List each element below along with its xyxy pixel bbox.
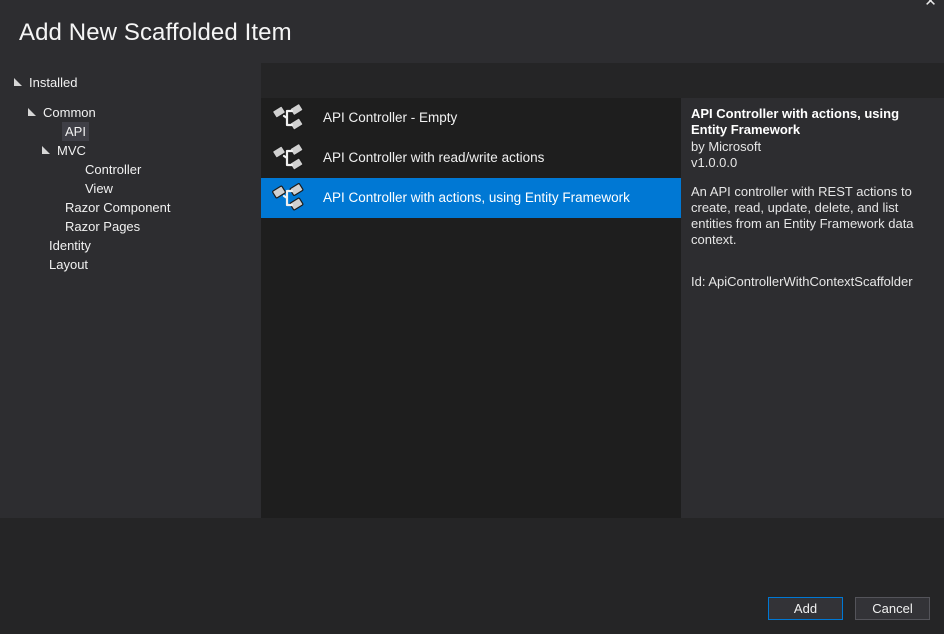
list-item-label: API Controller with read/write actions [323,150,545,165]
tree-item-label: Installed [29,75,78,90]
add-button[interactable]: Add [768,597,843,620]
dialog-footer: Add Cancel [0,518,944,634]
tree-item-label: Layout [49,257,89,272]
scaffold-detail-panel: API Controller with actions, using Entit… [681,98,944,581]
detail-id: Id: ApiControllerWithContextScaffolder [691,274,913,289]
list-item-label: API Controller - Empty [323,110,458,125]
detail-description: An API controller with REST actions to c… [691,184,914,247]
tree-item-label: Razor Pages [65,219,141,234]
tree-item-label: Identity [49,238,91,253]
tree-item-label: Common [43,105,96,120]
detail-version: v1.0.0.0 [691,155,738,170]
list-item[interactable]: API Controller - Empty [261,98,681,138]
tree-item-label: MVC [57,143,86,158]
tree-item-mvc[interactable]: MVC [41,141,89,160]
scaffold-icon [272,143,304,173]
cancel-button[interactable]: Cancel [855,597,930,620]
scaffold-icon [272,103,304,133]
tree-item-razor-component[interactable]: Razor Component [49,198,174,217]
tree-item-common[interactable]: Common [27,103,99,122]
detail-title: API Controller with actions, using Entit… [691,106,900,137]
chevron-expanded-icon[interactable] [13,73,26,92]
installed-tree-panel: Installed Common API MVC Controller View Razor… [0,63,261,581]
scaffold-list-panel: API Controller - Empty API Controller wit… [261,98,681,581]
list-item[interactable]: API Controller with actions, using Entit… [261,178,681,218]
chevron-expanded-icon[interactable] [27,103,40,122]
close-icon[interactable]: ✕ [917,0,944,13]
list-item-label: API Controller with actions, using Entit… [323,190,630,205]
scaffold-icon [272,183,304,213]
tree-item-label: API [62,122,89,141]
page-title: Add New Scaffolded Item [19,19,292,46]
tree-item-view[interactable]: View [69,179,116,198]
list-item[interactable]: API Controller with read/write actions [261,138,681,178]
chevron-expanded-icon[interactable] [41,141,54,160]
tree-item-installed[interactable]: Installed [13,73,80,92]
tree-item-identity[interactable]: Identity [33,236,94,255]
detail-author: by Microsoft [691,139,762,154]
tree-item-controller[interactable]: Controller [69,160,144,179]
tree-item-label: Controller [85,162,142,177]
tree-item-razor-pages[interactable]: Razor Pages [49,217,143,236]
tree-item-label: View [85,181,113,196]
tree-item-layout[interactable]: Layout [33,255,91,274]
dialog-titlebar: Add New Scaffolded Item ✕ [0,0,944,63]
tree-item-api[interactable]: API [49,122,89,141]
tree-item-label: Razor Component [65,200,171,215]
